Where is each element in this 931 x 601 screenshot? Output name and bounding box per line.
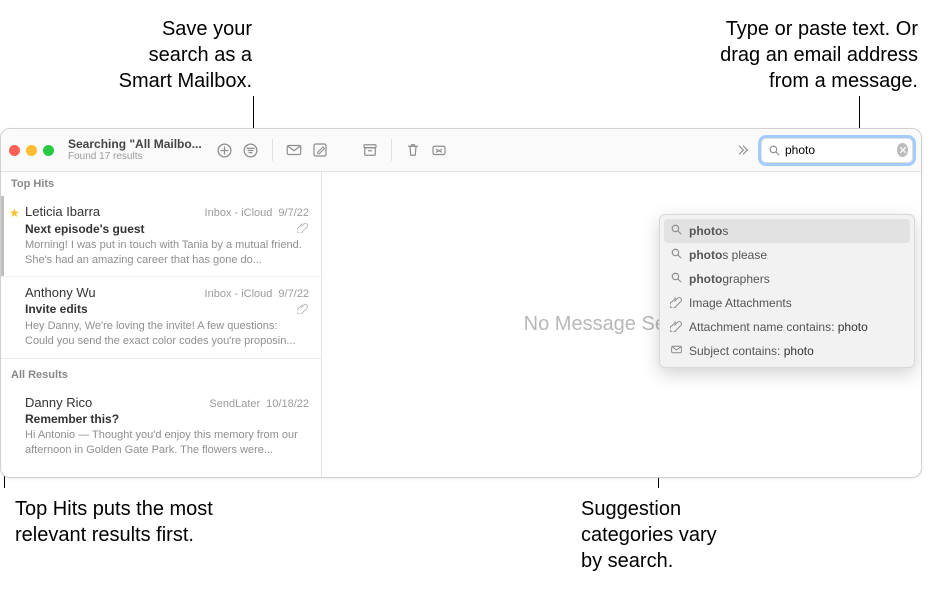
callout-smart-mailbox: Save yoursearch as aSmart Mailbox. <box>72 16 252 94</box>
attachment-icon <box>297 221 309 236</box>
search-suggestion[interactable]: photographers <box>664 267 910 291</box>
message-mailbox: SendLater <box>209 398 266 410</box>
message-preview: Hi Antonio — Thought you'd enjoy this me… <box>25 428 309 458</box>
search-icon <box>768 144 781 157</box>
search-suggestion-text: Attachment name contains: photo <box>689 320 868 334</box>
search-icon <box>670 223 683 239</box>
save-smart-mailbox-button[interactable] <box>216 141 234 159</box>
section-header-top-hits: Top Hits <box>1 172 321 196</box>
close-window-button[interactable] <box>9 145 20 156</box>
search-suggestions-popover: photos photos please photographers Image At… <box>659 214 915 368</box>
junk-button[interactable] <box>430 141 448 159</box>
section-header-all-results: All Results <box>1 359 321 387</box>
clear-search-button[interactable] <box>897 143 908 157</box>
callout-search-hint: Type or paste text. Ordrag an email addr… <box>488 16 918 94</box>
mail-window: Searching "All Mailbo... Found 17 result… <box>0 128 922 478</box>
toolbar: Searching "All Mailbo... Found 17 result… <box>1 129 921 172</box>
window-title: Searching "All Mailbo... <box>68 138 202 151</box>
compose-button[interactable] <box>311 141 329 159</box>
search-suggestion-text: Image Attachments <box>689 296 792 310</box>
message-date: 10/18/22 <box>266 398 309 410</box>
search-suggestion-text: photos please <box>689 248 767 262</box>
trash-button[interactable] <box>404 141 422 159</box>
message-date: 9/7/22 <box>278 288 309 300</box>
message-item[interactable]: ★ Leticia Ibarra Inbox - iCloud 9/7/22 N… <box>1 196 321 276</box>
attachment-icon <box>297 302 309 317</box>
search-input[interactable] <box>781 143 897 157</box>
search-suggestion[interactable]: Attachment name contains: photo <box>664 315 910 339</box>
search-icon <box>670 271 683 287</box>
message-preview: Morning! I was put in touch with Tania b… <box>25 238 309 268</box>
message-sender: Danny Rico <box>25 395 92 410</box>
message-mailbox: Inbox - iCloud <box>205 288 279 300</box>
search-suggestion[interactable]: Image Attachments <box>664 291 910 315</box>
search-suggestion-text: photos <box>689 224 728 238</box>
archive-button[interactable] <box>361 141 379 159</box>
envelope-icon <box>670 343 683 359</box>
search-suggestion-text: Subject contains: photo <box>689 344 814 358</box>
more-toolbar-icon[interactable] <box>733 141 751 159</box>
message-preview: Hey Danny, We're loving the invite! A fe… <box>25 319 309 349</box>
message-sender: Anthony Wu <box>25 285 96 300</box>
fullscreen-window-button[interactable] <box>43 145 54 156</box>
search-suggestion-text: photographers <box>689 272 770 286</box>
search-suggestion[interactable]: Subject contains: photo <box>664 339 910 363</box>
search-icon <box>670 247 683 263</box>
message-subject: Next episode's guest <box>25 222 145 236</box>
star-icon: ★ <box>9 206 20 220</box>
message-list-pane: Top Hits ★ Leticia Ibarra Inbox - iCloud… <box>1 172 322 477</box>
message-item[interactable]: Danny Rico SendLater 10/18/22 Remember t… <box>1 387 321 466</box>
attachment-icon <box>670 295 683 311</box>
message-subject: Invite edits <box>25 302 88 316</box>
attachment-icon <box>670 319 683 335</box>
message-mailbox: Inbox - iCloud <box>205 207 279 219</box>
search-suggestion[interactable]: photos <box>664 219 910 243</box>
message-subject: Remember this? <box>25 412 119 426</box>
mail-icon[interactable] <box>285 141 303 159</box>
callout-top-hits: Top Hits puts the mostrelevant results f… <box>15 496 315 548</box>
message-item[interactable]: Anthony Wu Inbox - iCloud 9/7/22 Invite … <box>1 276 321 357</box>
minimize-window-button[interactable] <box>26 145 37 156</box>
message-sender: Leticia Ibarra <box>25 204 100 219</box>
callout-suggestions: Suggestioncategories varyby search. <box>581 496 831 574</box>
search-suggestion[interactable]: photos please <box>664 243 910 267</box>
message-date: 9/7/22 <box>278 207 309 219</box>
filter-button[interactable] <box>242 141 260 159</box>
window-subtitle: Found 17 results <box>68 151 202 162</box>
search-field[interactable] <box>761 138 913 163</box>
